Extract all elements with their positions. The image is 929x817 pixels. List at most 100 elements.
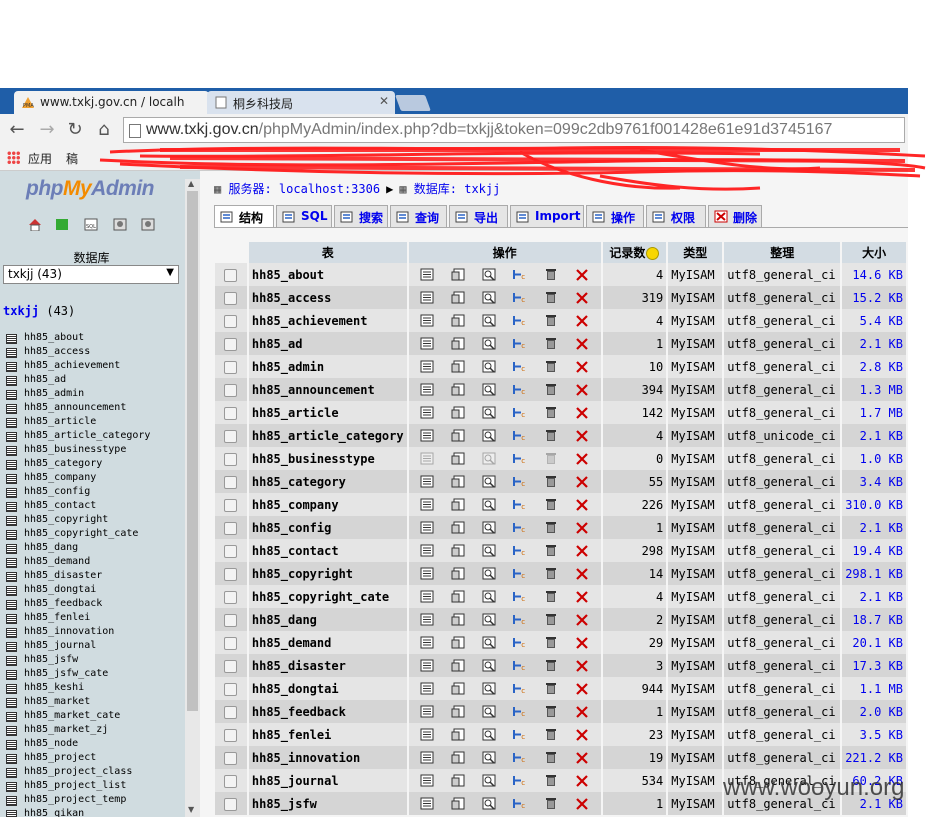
sidebar-table-label[interactable]: hh85_contact	[24, 500, 96, 511]
drop-icon[interactable]	[567, 521, 598, 534]
table-name[interactable]: hh85_company	[248, 493, 407, 516]
sidebar-table-label[interactable]: hh85_project	[24, 752, 96, 763]
browse-icon[interactable]	[412, 659, 443, 672]
table-name[interactable]: hh85_disaster	[248, 654, 407, 677]
table-icon[interactable]	[6, 376, 17, 386]
search-icon[interactable]	[474, 429, 505, 442]
empty-icon[interactable]	[536, 475, 567, 488]
scroll-up-icon[interactable]: ▲	[188, 179, 194, 188]
sidebar-table-item[interactable]: hh85_jsfw_cate	[4, 667, 150, 681]
sidebar-table-item[interactable]: hh85_about	[4, 331, 150, 345]
sidebar-table-label[interactable]: hh85_config	[24, 486, 90, 497]
sidebar-table-item[interactable]: hh85_keshi	[4, 681, 150, 695]
table-name[interactable]: hh85_ad	[248, 332, 407, 355]
drop-icon[interactable]	[567, 659, 598, 672]
insert-icon[interactable]: c	[505, 613, 536, 626]
insert-icon[interactable]: c	[505, 406, 536, 419]
table-icon[interactable]	[6, 768, 17, 778]
breadcrumb-database[interactable]: 数据库: txkjj	[414, 182, 501, 196]
browse-icon[interactable]	[412, 636, 443, 649]
sidebar-table-label[interactable]: hh85_innovation	[24, 626, 114, 637]
table-row[interactable]: hh85_article_category c 4 MyISAM utf8_unicod…	[215, 424, 906, 447]
tab-operations[interactable]: 操作	[586, 205, 644, 227]
sidebar-table-item[interactable]: hh85_market_zj	[4, 723, 150, 737]
browse-icon[interactable]	[412, 728, 443, 741]
table-row[interactable]: hh85_achievement c 4 MyISAM utf8_general_ci 5…	[215, 309, 906, 332]
table-row[interactable]: hh85_dongtai c 944 MyISAM utf8_general_ci 1.1…	[215, 677, 906, 700]
empty-icon[interactable]	[536, 544, 567, 557]
sidebar-table-item[interactable]: hh85_project	[4, 751, 150, 765]
structure-icon[interactable]	[443, 636, 474, 649]
row-checkbox[interactable]	[224, 268, 238, 282]
sidebar-table-item[interactable]: hh85_copyright_cate	[4, 527, 150, 541]
sidebar-table-label[interactable]: hh85_keshi	[24, 682, 84, 693]
table-name[interactable]: hh85_access	[248, 286, 407, 309]
browse-icon[interactable]	[412, 544, 443, 557]
sidebar-table-label[interactable]: hh85_admin	[24, 388, 84, 399]
sidebar-table-label[interactable]: hh85_node	[24, 738, 78, 749]
sidebar-table-label[interactable]: hh85_demand	[24, 556, 90, 567]
structure-icon[interactable]	[443, 314, 474, 327]
table-row[interactable]: hh85_copyright_cate c 4 MyISAM utf8_general_…	[215, 585, 906, 608]
search-icon[interactable]	[474, 705, 505, 718]
insert-icon[interactable]: c	[505, 268, 536, 281]
breadcrumb-server[interactable]: 服务器: localhost:3306	[228, 182, 380, 196]
sidebar-table-label[interactable]: hh85_market_zj	[24, 724, 108, 735]
insert-icon[interactable]: c	[505, 383, 536, 396]
sidebar-table-label[interactable]: hh85_article	[24, 416, 96, 427]
reload-icon[interactable]: ↻	[64, 119, 86, 140]
drop-icon[interactable]	[567, 705, 598, 718]
tab-export[interactable]: 导出	[449, 205, 508, 227]
tab-structure[interactable]: 结构	[214, 205, 274, 227]
table-icon[interactable]	[6, 600, 17, 610]
sidebar-table-label[interactable]: hh85_category	[24, 458, 102, 469]
drop-icon[interactable]	[567, 590, 598, 603]
forward-icon[interactable]: →	[36, 119, 58, 140]
sidebar-table-item[interactable]: hh85_copyright	[4, 513, 150, 527]
apps-icon[interactable]	[7, 151, 20, 164]
structure-icon[interactable]	[443, 590, 474, 603]
row-checkbox[interactable]	[224, 521, 238, 535]
scroll-down-icon[interactable]: ▼	[188, 805, 194, 814]
browse-icon[interactable]	[412, 797, 443, 810]
table-name[interactable]: hh85_config	[248, 516, 407, 539]
sidebar-table-label[interactable]: hh85_project_class	[24, 766, 132, 777]
drop-icon[interactable]	[567, 498, 598, 511]
table-size[interactable]: 17.3 KB	[842, 654, 906, 677]
sidebar-table-item[interactable]: hh85_innovation	[4, 625, 150, 639]
search-icon[interactable]	[474, 797, 505, 810]
structure-icon[interactable]	[443, 498, 474, 511]
back-icon[interactable]: ←	[6, 119, 28, 140]
row-checkbox[interactable]	[224, 705, 238, 719]
table-name[interactable]: hh85_announcement	[248, 378, 407, 401]
sidebar-table-label[interactable]: hh85_copyright_cate	[24, 528, 138, 539]
table-row[interactable]: hh85_demand c 29 MyISAM utf8_general_ci 20.1 …	[215, 631, 906, 654]
sidebar-table-label[interactable]: hh85_dongtai	[24, 584, 96, 595]
sidebar-table-item[interactable]: hh85_company	[4, 471, 150, 485]
drop-icon[interactable]	[567, 337, 598, 350]
tab-privileges[interactable]: 权限	[646, 205, 706, 227]
drop-icon[interactable]	[567, 406, 598, 419]
empty-icon[interactable]	[536, 314, 567, 327]
table-icon[interactable]	[6, 754, 17, 764]
tab-import[interactable]: Import	[510, 205, 584, 227]
table-size[interactable]: 1.0 KB	[842, 447, 906, 470]
phpmyadmin-logo[interactable]: phpMyAdmin	[26, 177, 154, 201]
scroll-thumb[interactable]	[187, 191, 198, 711]
browse-icon[interactable]	[412, 291, 443, 304]
sidebar-table-label[interactable]: hh85_access	[24, 346, 90, 357]
table-icon[interactable]	[6, 740, 17, 750]
row-checkbox[interactable]	[224, 682, 238, 696]
insert-icon[interactable]: c	[505, 797, 536, 810]
structure-icon[interactable]	[443, 406, 474, 419]
table-icon[interactable]	[6, 698, 17, 708]
structure-icon[interactable]	[443, 452, 474, 465]
sidebar-table-item[interactable]: hh85_feedback	[4, 597, 150, 611]
structure-icon[interactable]	[443, 797, 474, 810]
table-name[interactable]: hh85_copyright	[248, 562, 407, 585]
drop-icon[interactable]	[567, 636, 598, 649]
row-checkbox[interactable]	[224, 429, 238, 443]
sidebar-table-item[interactable]: hh85_demand	[4, 555, 150, 569]
table-icon[interactable]	[6, 446, 17, 456]
header-table[interactable]: 表	[248, 242, 407, 263]
